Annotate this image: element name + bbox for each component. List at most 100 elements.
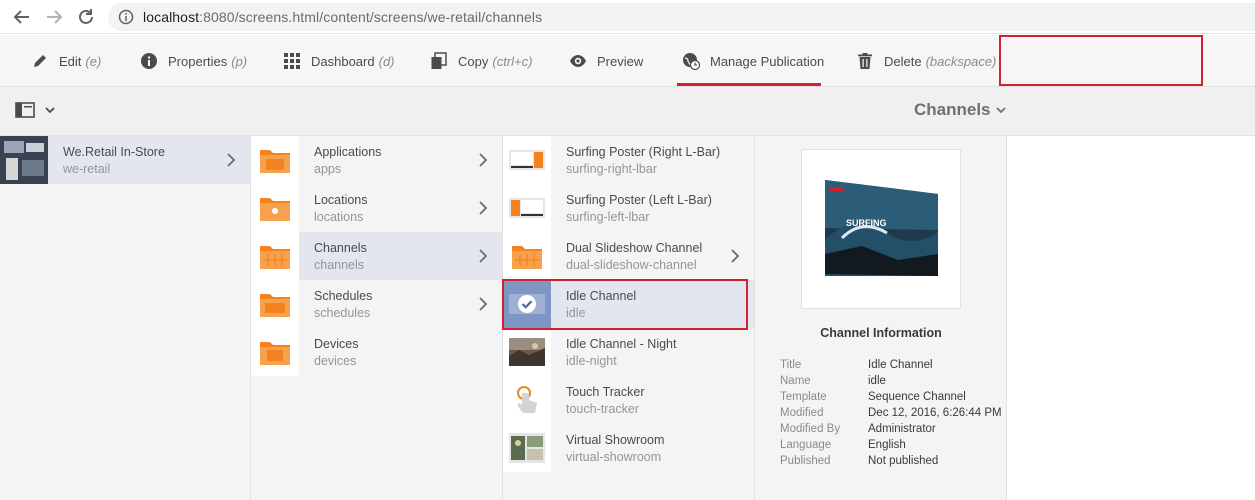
item-subtitle: surfing-right-lbar (566, 162, 658, 176)
folder-icon (251, 280, 299, 328)
item-title: Applications (314, 145, 382, 159)
item-subtitle: idle-night (566, 354, 617, 368)
globe-clock-icon (682, 52, 700, 70)
url-path: :8080/screens.html/content/screens/we-re… (199, 9, 543, 25)
folder-icon (251, 136, 299, 184)
item-title: Schedules (314, 289, 373, 303)
item-title: Locations (314, 193, 368, 207)
list-item-touch-tracker[interactable]: Touch Tracker touch-tracker (503, 376, 754, 424)
action-bar: Edit (e) Properties (p) Dashboard (d) Co… (0, 35, 1255, 87)
copy-shortcut: (ctrl+c) (492, 53, 533, 69)
list-item-virtual-showroom[interactable]: Virtual Showroom virtual-showroom (503, 424, 754, 472)
dashboard-button[interactable]: Dashboard (d) (283, 35, 395, 87)
info-value: idle (868, 375, 886, 387)
item-subtitle: dual-slideshow-channel (566, 258, 697, 272)
chevron-right-icon (479, 201, 488, 215)
list-item-devices[interactable]: Devices devices (251, 328, 502, 376)
chevron-right-icon (479, 249, 488, 263)
item-title: Surfing Poster (Right L-Bar) (566, 145, 721, 159)
item-title: Virtual Showroom (566, 433, 665, 447)
info-key: Language (780, 439, 832, 451)
list-item-we-retail[interactable]: We.Retail In-Store we-retail (0, 136, 250, 184)
folder-icon (251, 232, 299, 280)
chevron-right-icon (479, 153, 488, 167)
edit-shortcut: (e) (85, 53, 102, 69)
item-title: Dual Slideshow Channel (566, 241, 703, 255)
chevron-right-icon (731, 249, 740, 263)
chevron-right-icon (227, 153, 236, 167)
eye-icon (569, 52, 587, 70)
item-title: Channels (314, 241, 367, 255)
item-subtitle: devices (314, 354, 357, 368)
folder-icon (251, 328, 299, 376)
preview-button[interactable]: Preview (569, 35, 643, 87)
channel-thumbnail (503, 424, 551, 472)
copy-icon (430, 52, 448, 70)
item-subtitle: channels (314, 258, 365, 272)
list-item-channels[interactable]: Channels channels (251, 232, 502, 280)
info-value: Sequence Channel (868, 391, 966, 403)
channel-info-panel: SURFING Channel Information Title Idle Ch… (755, 136, 1007, 500)
info-key: Template (780, 391, 827, 403)
trash-icon (856, 52, 874, 70)
item-title: Surfing Poster (Left L-Bar) (566, 193, 712, 207)
chevron-down-icon[interactable] (994, 105, 1008, 115)
info-key: Title (780, 359, 802, 371)
manage-publication-highlight (677, 83, 821, 86)
manage-publication-button[interactable]: Manage Publication (682, 35, 824, 87)
title-bar: Channels (0, 87, 1255, 136)
list-item-locations[interactable]: Locations locations (251, 184, 502, 232)
url-host: localhost (143, 9, 200, 25)
item-subtitle: touch-tracker (566, 402, 639, 416)
column-root: We.Retail In-Store we-retail (0, 136, 251, 500)
we-retail-thumbnail (0, 136, 48, 184)
list-item-schedules[interactable]: Schedules schedules (251, 280, 502, 328)
reload-button[interactable] (74, 5, 98, 29)
delete-shortcut: (backspace) (925, 53, 997, 69)
address-bar[interactable]: localhost:8080/screens.html/content/scre… (108, 3, 1255, 31)
page-title[interactable]: Channels (914, 100, 991, 120)
item-title: Idle Channel - Night (566, 337, 677, 351)
channel-thumbnail (503, 184, 551, 232)
info-key: Name (780, 375, 811, 387)
rail-toggle-button[interactable] (15, 102, 57, 118)
channel-preview: SURFING (801, 149, 961, 309)
channel-preview-image: SURFING (802, 150, 960, 308)
item-subtitle: surfing-left-lbar (566, 210, 650, 224)
copy-button[interactable]: Copy (ctrl+c) (430, 35, 532, 87)
list-item-surfing-left-lbar[interactable]: Surfing Poster (Left L-Bar) surfing-left… (503, 184, 754, 232)
properties-shortcut: (p) (231, 53, 248, 69)
list-item-dual-slideshow[interactable]: Dual Slideshow Channel dual-slideshow-ch… (503, 232, 754, 280)
folder-icon (251, 184, 299, 232)
forward-button[interactable] (42, 5, 66, 29)
edit-label: Edit (59, 53, 82, 69)
list-item-idle-night[interactable]: Idle Channel - Night idle-night (503, 328, 754, 376)
info-value: Not published (868, 455, 939, 467)
info-value: Idle Channel (868, 359, 933, 371)
item-title: We.Retail In-Store (63, 145, 165, 159)
item-subtitle: apps (314, 162, 342, 176)
info-icon[interactable] (118, 9, 134, 28)
list-item-surfing-right-lbar[interactable]: Surfing Poster (Right L-Bar) surfing-rig… (503, 136, 754, 184)
channel-thumbnail (503, 328, 551, 376)
url-text: localhost:8080/screens.html/content/scre… (143, 9, 542, 25)
delete-label: Delete (884, 53, 922, 69)
edit-button[interactable]: Edit (e) (31, 35, 101, 87)
info-key: Published (780, 455, 831, 467)
sidebar-icon (15, 102, 35, 118)
info-circle-icon (140, 52, 158, 70)
pencil-icon (31, 52, 49, 70)
preview-caption: SURFING (846, 218, 887, 228)
dashboard-shortcut: (d) (378, 53, 395, 69)
item-subtitle: locations (314, 210, 364, 224)
info-value: English (868, 439, 906, 451)
back-button[interactable] (10, 5, 34, 29)
item-subtitle: virtual-showroom (566, 450, 662, 464)
arrow-right-icon (47, 10, 63, 24)
delete-button[interactable]: Delete (backspace) (856, 35, 996, 87)
list-item-applications[interactable]: Applications apps (251, 136, 502, 184)
properties-button[interactable]: Properties (p) (140, 35, 247, 87)
annotation-box (999, 35, 1203, 86)
chevron-right-icon (479, 297, 488, 311)
item-title: Devices (314, 337, 359, 351)
